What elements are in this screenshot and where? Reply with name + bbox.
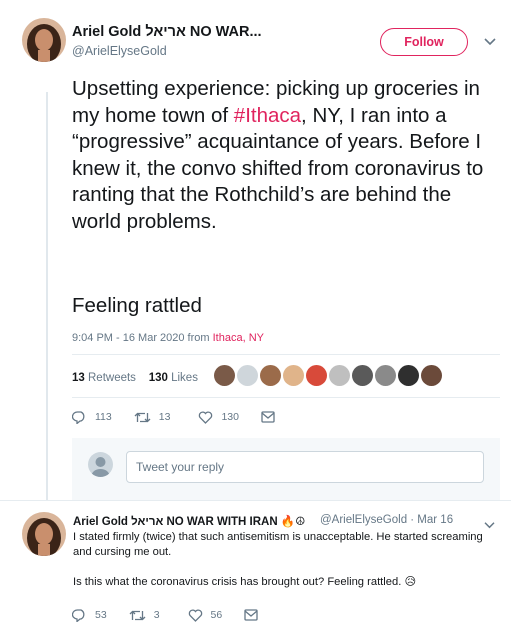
likes-label[interactable]: Likes — [171, 372, 198, 384]
chevron-down-icon[interactable] — [484, 34, 496, 52]
thread-line — [46, 92, 48, 500]
like-count: 56 — [210, 609, 223, 621]
message-icon — [261, 411, 275, 423]
reply-text-paragraph: I stated firmly (twice) that such antise… — [73, 531, 483, 558]
reply-icon — [72, 609, 85, 622]
retweet-count: 3 — [153, 609, 160, 621]
retweet-button[interactable]: 13 — [134, 411, 171, 424]
liker-avatar[interactable] — [283, 365, 304, 386]
liker-avatar[interactable] — [398, 365, 419, 386]
divider — [72, 354, 500, 355]
direct-message-button[interactable] — [244, 609, 266, 621]
like-button[interactable]: 56 — [188, 608, 223, 622]
author-name[interactable]: Ariel Gold אריאל NO WAR... — [72, 24, 262, 40]
liker-avatar[interactable] — [375, 365, 396, 386]
main-tweet-actions: 113 13 130 — [72, 410, 305, 424]
retweet-button[interactable]: 3 — [129, 609, 160, 622]
user-avatar — [88, 452, 113, 477]
reply-author-name[interactable]: Ariel Gold אריאל NO WAR WITH IRAN 🔥☮ — [73, 514, 305, 528]
reply-text-paragraph: Is this what the coronavirus crisis has … — [73, 576, 417, 588]
retweet-count: 13 — [158, 411, 171, 423]
author-avatar[interactable] — [22, 18, 66, 62]
retweet-icon — [129, 610, 146, 620]
reply-count: 53 — [95, 609, 107, 621]
liker-avatar[interactable] — [237, 365, 258, 386]
tweet-metadata: 9:04 PM - 16 Mar 2020 from Ithaca, NY — [72, 332, 264, 344]
direct-message-button[interactable] — [261, 411, 283, 423]
reply-count: 113 — [95, 411, 112, 423]
chevron-down-icon[interactable] — [484, 517, 495, 535]
timestamp[interactable]: 9:04 PM - 16 Mar 2020 from — [72, 332, 210, 344]
liker-avatar[interactable] — [214, 365, 235, 386]
liker-avatar[interactable] — [329, 365, 350, 386]
liker-avatar[interactable] — [421, 365, 442, 386]
tweet-text: Upsetting experience: picking up groceri… — [72, 76, 502, 235]
follow-button[interactable]: Follow — [380, 28, 468, 56]
divider — [0, 500, 511, 501]
reply-tweet-actions: 53 3 56 — [72, 608, 288, 622]
author-handle[interactable]: @ArielElyseGold — [72, 44, 167, 58]
location-link[interactable]: Ithaca, NY — [213, 332, 264, 344]
tweet-text-second-paragraph: Feeling rattled — [72, 294, 202, 317]
reply-button[interactable]: 53 — [72, 608, 107, 622]
liker-avatar[interactable] — [306, 365, 327, 386]
liker-avatar[interactable] — [352, 365, 373, 386]
like-button[interactable]: 130 — [198, 410, 239, 424]
hashtag-link[interactable]: #Ithaca — [234, 104, 301, 127]
like-icon — [188, 608, 202, 622]
likes-count[interactable]: 130 — [149, 372, 168, 384]
message-icon — [244, 609, 258, 621]
reply-author-avatar[interactable] — [22, 512, 66, 556]
reply-input[interactable]: Tweet your reply — [126, 451, 484, 483]
retweet-icon — [134, 412, 151, 422]
liker-avatars — [214, 365, 444, 386]
divider — [72, 397, 500, 398]
liker-avatar[interactable] — [260, 365, 281, 386]
like-icon — [199, 410, 213, 424]
reply-button[interactable]: 113 — [72, 410, 112, 424]
retweets-count[interactable]: 13 — [72, 372, 85, 384]
retweets-label[interactable]: Retweets — [88, 372, 136, 384]
engagement-stats: 13 Retweets 130 Likes — [72, 372, 198, 384]
reply-tweet-text: I stated firmly (twice) that such antise… — [73, 530, 483, 590]
reply-icon — [72, 411, 85, 424]
reply-author-handle[interactable]: @ArielElyseGold · Mar 16 — [320, 514, 453, 526]
like-count: 130 — [221, 411, 239, 423]
